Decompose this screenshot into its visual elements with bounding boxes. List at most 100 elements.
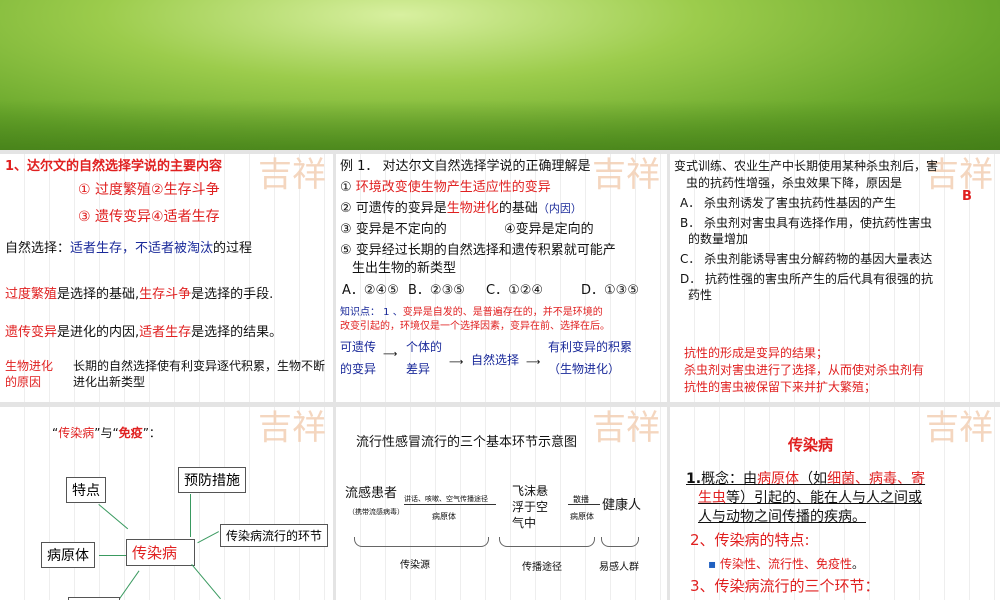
grass-banner-image [0, 0, 1000, 150]
text: 散播 [573, 495, 589, 504]
text: （内因） [537, 202, 582, 215]
slide-2-thumbnail[interactable]: 吉祥 例 1． 对达尔文自然选择学说的正确理解是 ① 环境改变使生物产生适应性的… [336, 154, 667, 402]
text: 变异是自发的、是普遍存在的，并不是环境的 [402, 307, 603, 318]
text: 杀虫剂对害虫进行了选择，从而使对杀虫剂有 [684, 363, 925, 377]
arrow-line [568, 504, 600, 505]
text: 长期的自然选择使有利变异逐代积累，生物不断进化出新类型 [73, 359, 326, 389]
text: ④变异是定向的 [504, 222, 594, 237]
text: ① 过度繁殖 [78, 182, 152, 198]
brace-icon [354, 537, 489, 547]
flow-step: 有利变异的积累（生物进化） [548, 340, 633, 376]
text: 1. [686, 471, 702, 487]
option-b: B． 杀虫剂对害虫具有选择作用，使抗药性害虫 [680, 216, 933, 230]
seal-watermark: 吉祥 [592, 155, 660, 195]
arrow-icon: ⟶ [449, 357, 464, 368]
arrow-icon: ⟶ [383, 349, 398, 360]
answer-d: D．①③⑤ [581, 283, 639, 298]
text: 虫的抗药性增强，杀虫效果下降，原因是 [686, 176, 903, 190]
arrow-line [190, 494, 191, 537]
text: 病原体 [757, 471, 800, 487]
text: 免疫 [118, 426, 143, 440]
arrow-line [197, 531, 219, 544]
arrow-line [191, 564, 221, 600]
text: 生存斗争 [139, 287, 192, 302]
text: 2、传染病的特点: [690, 531, 810, 549]
flow-step: 自然选择 [471, 353, 520, 367]
text: 抗性的形成是变异的结果； [684, 346, 829, 360]
arrow-line [118, 570, 140, 600]
text: 生物进化的原因 [5, 359, 54, 389]
box-pathogen: 病原体 [41, 542, 95, 568]
text: 传染性、流行性、免疫性 [719, 557, 852, 571]
text: 的数量增加 [688, 232, 749, 246]
arrow-icon: ⟶ [526, 357, 541, 368]
box-center: 传染病 [126, 539, 195, 566]
slide-3-thumbnail[interactable]: 吉祥 变式训练、农业生产中长期使用某种杀虫剂后，害 虫的抗药性增强，杀虫效果下降… [670, 154, 1000, 402]
question: 例 1． 对达尔文自然选择学说的正确理解是 [340, 159, 591, 174]
text: （如 [799, 471, 828, 487]
text: 传染病 [58, 426, 95, 440]
seal-watermark: 吉祥 [258, 408, 326, 448]
text: 遗传变异 [5, 325, 58, 340]
seal-watermark: 吉祥 [592, 408, 660, 448]
text: 抗性的害虫被保留下来并扩大繁殖； [684, 380, 877, 394]
slide-6-thumbnail[interactable]: 吉祥 传染病 1.概念：由病原体（如细菌、病毒、寄 生虫等）引起的、能在人与人之… [670, 407, 1000, 600]
text: ”： [142, 426, 161, 440]
answer-a: A．②④⑤ [342, 283, 399, 298]
arrow-line [98, 504, 129, 530]
box-links: 传染病流行的环节 [220, 524, 329, 547]
text: （携带流感病毒） [348, 508, 404, 516]
text: ③ 遗传变异 [78, 209, 152, 225]
flow-step: 可遗传的变异 [340, 340, 377, 376]
brace-icon [601, 537, 639, 547]
text: 是选择的结果。 [191, 325, 283, 340]
text: 健康人 [602, 498, 642, 513]
text: 环境改变使生物产生适应性的变异 [355, 180, 551, 195]
text: 人与动物之间传播的疾病。 [698, 509, 866, 525]
text: ⑤ 变异经过长期的自然选择和遗传积累就可能产 [340, 243, 616, 258]
text: ④适者生存 [151, 209, 220, 225]
text: 的过程 [213, 241, 253, 256]
text: 知识点： 1 、 [340, 307, 403, 318]
text: ③ 变异是不定向的 [340, 222, 447, 237]
slide-5-thumbnail[interactable]: 吉祥 流行性感冒流行的三个基本环节示意图 流感患者 （携带流感病毒） 讲话、咳嗽… [336, 407, 667, 600]
text: ① [340, 180, 352, 195]
text: 。 [851, 557, 864, 571]
text: 是进化的内因, [57, 325, 140, 340]
text: 是选择的基础, [57, 287, 140, 302]
text: 传染源 [400, 560, 430, 571]
text: 传播途径 [522, 562, 562, 573]
text: 生虫 [698, 490, 726, 506]
slide-title: 1、达尔文的自然选择学说的主要内容 [5, 159, 223, 174]
text: 过度繁殖 [5, 287, 58, 302]
text: 自然选择： [5, 241, 71, 256]
text: 3、传染病流行的三个环节： [690, 577, 880, 595]
arrow-line [404, 504, 496, 505]
text: 病原体 [432, 512, 456, 521]
slide-1-thumbnail[interactable]: 吉祥 1、达尔文的自然选择学说的主要内容 ① 过度繁殖②生存斗争 ③ 遗传变异④… [0, 154, 333, 402]
slide-title: 传染病 [788, 436, 834, 454]
text: 适者生存，不适者被淘汰 [70, 241, 214, 256]
seal-watermark: 吉祥 [258, 155, 326, 195]
brace-icon [499, 537, 595, 547]
text: 是选择的手段. [191, 287, 274, 302]
text: 的基础 [498, 201, 538, 216]
text: 流感患者 [345, 486, 398, 501]
flow-step: 个体的差异 [406, 340, 443, 376]
text: 生物进化 [446, 201, 499, 216]
box-features: 特点 [66, 477, 106, 503]
answer-label: B [962, 189, 972, 204]
text: ② 可遗传的变异是 [340, 201, 447, 216]
slide-4-thumbnail[interactable]: 吉祥 “传染病”与“免疫”： 特点 预防措施 传染病 病原体 传染病流行的环节 [0, 407, 333, 600]
option-d: D． 抗药性强的害虫所产生的后代具有很强的抗 [680, 272, 934, 286]
text: 等）引起的、能在人与人之间或 [726, 490, 922, 506]
box-prevention: 预防措施 [178, 467, 246, 493]
text: ②生存斗争 [151, 182, 220, 198]
text: 变式训练、农业生产中长期使用某种杀虫剂后，害 [674, 159, 939, 173]
text: 药性 [688, 288, 713, 302]
text: 飞沫悬浮于空气中 [512, 484, 549, 530]
text: ”与“ [94, 426, 119, 440]
arrow-line [99, 555, 126, 556]
text: 生出生物的新类型 [352, 261, 457, 276]
option-a: A． 杀虫剂诱发了害虫抗药性基因的产生 [680, 196, 897, 210]
